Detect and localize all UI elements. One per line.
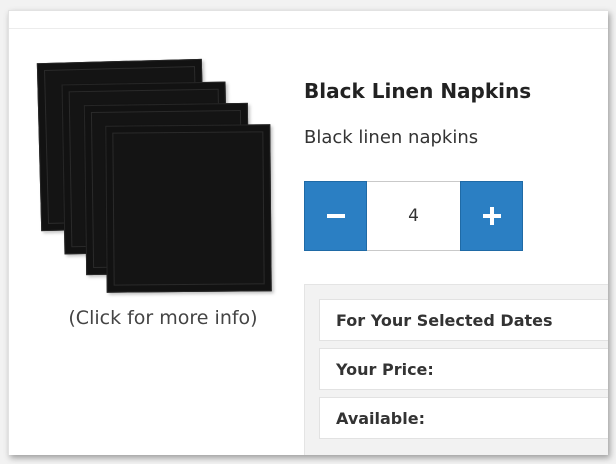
more-info-link[interactable]: (Click for more info) — [53, 307, 273, 329]
quantity-input[interactable] — [367, 181, 460, 251]
product-image[interactable] — [35, 58, 280, 301]
plus-icon — [482, 207, 501, 225]
product-card: (Click for more info) Black Linen Napkin… — [8, 10, 608, 455]
top-bar — [9, 11, 608, 29]
napkin-image-layer — [105, 124, 272, 293]
minus-icon — [326, 207, 345, 225]
product-description: Black linen napkins — [304, 127, 479, 148]
pricing-info-panel: For Your Selected Dates Your Price: Avai… — [304, 284, 608, 455]
product-title: Black Linen Napkins — [304, 79, 532, 103]
selected-dates-row: For Your Selected Dates — [319, 299, 608, 341]
available-row: Available: — [319, 397, 608, 439]
your-price-row: Your Price: — [319, 348, 608, 390]
increment-button[interactable] — [460, 181, 523, 251]
quantity-stepper — [304, 181, 523, 251]
decrement-button[interactable] — [304, 181, 367, 251]
screenshot-frame: (Click for more info) Black Linen Napkin… — [0, 0, 616, 464]
